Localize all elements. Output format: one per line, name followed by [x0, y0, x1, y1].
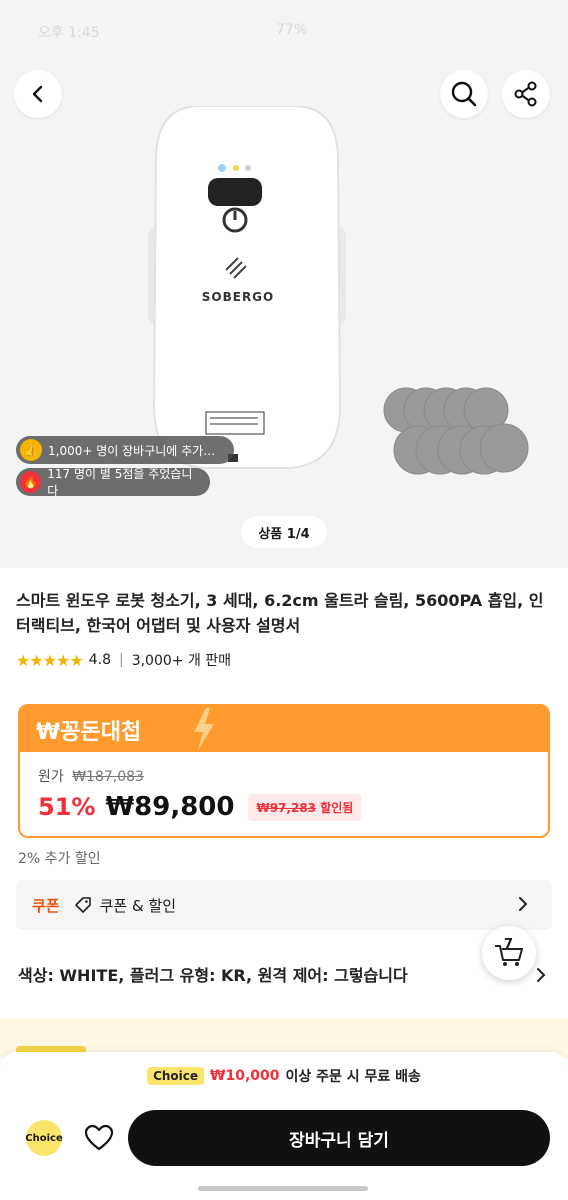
free-shipping-notice: Choice ₩10,000 이상 주문 시 무료 배송	[0, 1066, 568, 1086]
rating-value: 4.8	[88, 652, 111, 668]
sale-price: ₩89,800	[105, 792, 235, 822]
chevron-right-icon	[519, 897, 528, 911]
image-page-indicator: 상품 1/4	[241, 516, 327, 548]
coupon-row[interactable]: 쿠폰 쿠폰 & 할인	[16, 880, 552, 930]
original-price-label: 원가	[38, 769, 64, 785]
rating-row[interactable]: ★★★★★ 4.8 | 3,000+ 개 판매	[16, 650, 231, 670]
sold-count: 3,000+ 개 판매	[131, 653, 232, 669]
back-button[interactable]	[14, 70, 62, 118]
heart-icon[interactable]	[84, 1124, 114, 1152]
mop-pads-photo	[383, 387, 529, 475]
price-row: 51% ₩89,800 ₩97,283 할인됨	[38, 792, 362, 822]
deal-header: ₩꽁돈대첩	[20, 706, 548, 752]
product-image-carousel[interactable]: 오후 1:45 77% SOBERGO 👍 1,000+ 명이 장바구니에 추가…	[0, 0, 568, 568]
discount-badge-suffix: 할인됨	[320, 800, 354, 815]
chevron-left-icon	[32, 85, 43, 103]
choice-tag: Choice	[147, 1067, 205, 1085]
brand-logo: SOBERGO	[201, 290, 275, 304]
social-proof-cart: 👍 1,000+ 명이 장바구니에 추가…	[16, 436, 234, 464]
original-price-row: 원가 ₩187,083	[38, 766, 144, 786]
share-icon	[514, 81, 537, 107]
coupon-tag: 쿠폰	[32, 896, 60, 915]
discount-badge-amount: ₩97,283	[256, 800, 317, 815]
add-to-cart-button[interactable]: 장바구니 담기	[128, 1110, 550, 1166]
social-proof-rating-text: 117 명이 별 5점을 주었습니다	[47, 467, 193, 498]
cart-count: 7	[504, 937, 514, 952]
fire-icon: 🔥	[20, 471, 42, 493]
discount-badge: ₩97,283 할인됨	[248, 793, 362, 821]
choice-logo[interactable]: Choice	[25, 1120, 63, 1156]
discount-percent: 51%	[38, 793, 96, 821]
status-battery: 77%	[276, 22, 308, 38]
social-proof-rating: 🔥 117 명이 별 5점을 주었습니다	[16, 467, 210, 498]
home-indicator[interactable]	[198, 1186, 368, 1191]
product-title: 스마트 윈도우 로봇 청소기, 3 세대, 6.2cm 울트라 슬림, 5600…	[16, 591, 544, 635]
divider: |	[118, 652, 124, 668]
chevron-right-icon[interactable]	[534, 965, 548, 985]
search-button[interactable]	[440, 70, 488, 118]
tag-icon	[74, 897, 91, 913]
star-rating-icon: ★★★★★	[16, 650, 84, 670]
free-shipping-amount: ₩10,000	[210, 1068, 280, 1084]
status-bar: 오후 1:45 77%	[38, 22, 398, 42]
thumbs-up-icon: 👍	[20, 439, 42, 461]
deal-header-title: ₩꽁돈대첩	[36, 720, 142, 745]
bottom-action-bar: Choice ₩10,000 이상 주문 시 무료 배송 Choice 장바구니…	[0, 1052, 568, 1200]
extra-discount-text: 2% 추가 할인	[18, 851, 101, 867]
social-proof-cart-text: 1,000+ 명이 장바구니에 추가…	[48, 443, 216, 458]
deal-box: ₩꽁돈대첩 원가 ₩187,083 51% ₩89,800 ₩97,283 할인…	[18, 704, 550, 838]
original-price: ₩187,083	[72, 769, 144, 785]
lightning-icon	[194, 708, 214, 750]
coupon-label: 쿠폰 & 할인	[99, 896, 177, 915]
option-selector[interactable]: 색상: WHITE, 플러그 유형: KR, 원격 제어: 그렇습니다	[18, 962, 548, 986]
status-time: 오후 1:45	[38, 25, 100, 41]
search-icon	[451, 81, 477, 107]
free-shipping-text: 이상 주문 시 무료 배송	[285, 1069, 421, 1085]
share-button[interactable]	[502, 70, 550, 118]
cart-floating-button[interactable]: 7	[482, 926, 536, 980]
